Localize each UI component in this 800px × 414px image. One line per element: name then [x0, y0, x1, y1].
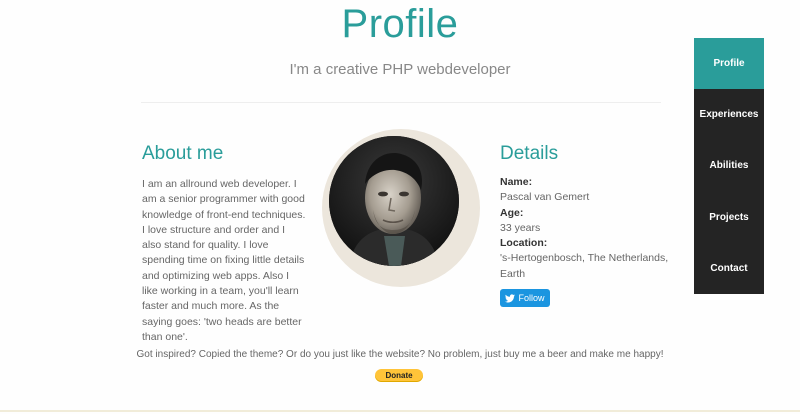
follow-label: Follow: [518, 293, 545, 303]
nav-item-contact[interactable]: Contact: [694, 243, 764, 294]
nav-item-experiences[interactable]: Experiences: [694, 89, 764, 140]
location-label: Location:: [500, 237, 548, 250]
details-heading: Details: [500, 143, 559, 164]
age-value: 33 years: [500, 221, 541, 234]
page-title: Profile: [341, 2, 459, 46]
about-text: I am an allround web developer. I am a s…: [142, 178, 306, 343]
bottom-divider: [0, 410, 800, 412]
avatar: [329, 136, 459, 266]
twitter-bird-icon: [505, 293, 516, 302]
details-list: Name: Pascal van Gemert Age: 33 years Lo…: [500, 175, 670, 282]
name-value: Pascal van Gemert: [500, 191, 590, 204]
profile-photo: [329, 136, 459, 266]
nav-item-projects[interactable]: Projects: [694, 192, 764, 243]
donate-button[interactable]: Donate: [375, 369, 423, 382]
nav-item-abilities[interactable]: Abilities: [694, 140, 764, 191]
nav-item-profile[interactable]: Profile: [694, 38, 764, 90]
location-value: 's-Hertogenbosch, The Netherlands, Earth: [500, 252, 669, 280]
header-divider: [141, 102, 661, 103]
footer-text: Got inspired? Copied the theme? Or do yo…: [136, 349, 664, 360]
page-subtitle: I'm a creative PHP webdeveloper: [289, 61, 511, 78]
name-label: Name:: [500, 176, 533, 188]
side-navigation: Profile Experiences Abilities Projects C…: [694, 38, 764, 294]
twitter-follow-button[interactable]: Follow: [500, 289, 550, 307]
about-heading: About me: [142, 143, 224, 164]
avatar-frame: [322, 129, 480, 287]
age-label: Age:: [500, 206, 524, 219]
